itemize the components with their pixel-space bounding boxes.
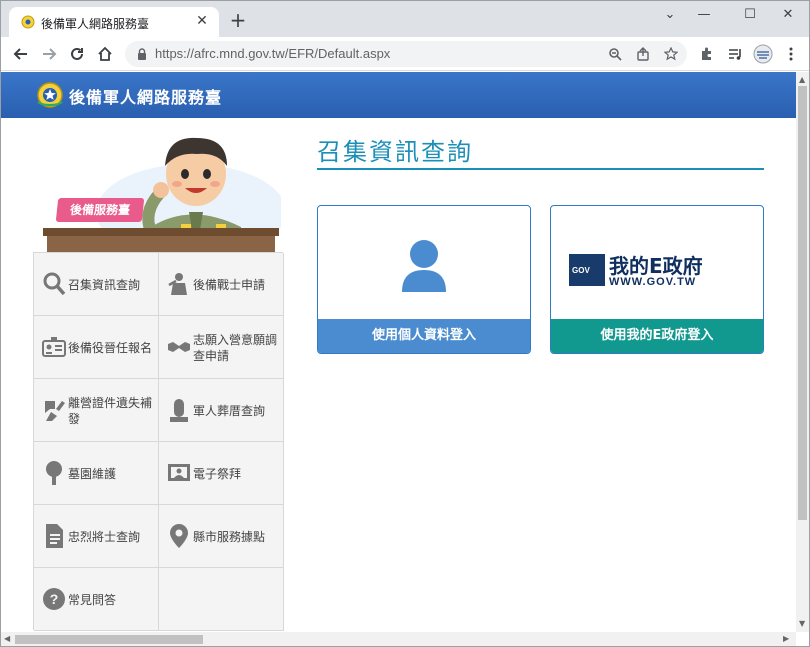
- tomb-icon: [170, 399, 188, 422]
- scroll-right-icon[interactable]: ▶: [783, 633, 789, 645]
- egov-logo-title: 我的E政府: [609, 254, 703, 278]
- media-control-button[interactable]: [723, 42, 747, 66]
- tab-bar: 後備軍人網路服務臺 ✕ + ⌄ — ☐ ✕: [1, 1, 809, 37]
- menu-item-label: 忠烈將士查詢: [68, 529, 141, 544]
- menu-item[interactable]: 志願入營意願調查申請: [159, 316, 284, 379]
- extensions-button[interactable]: [695, 42, 719, 66]
- egov-login-button[interactable]: 使用我的E政府登入: [551, 319, 763, 353]
- close-window-button[interactable]: ✕: [773, 5, 803, 25]
- user-icon: [402, 240, 446, 292]
- menu-item-label: [193, 568, 281, 631]
- share-icon[interactable]: [631, 42, 655, 66]
- tree-icon: [46, 461, 62, 485]
- browser-tab[interactable]: 後備軍人網路服務臺 ✕: [9, 7, 219, 37]
- back-button[interactable]: [9, 42, 33, 66]
- heading-underline: [317, 168, 764, 170]
- reload-button[interactable]: [65, 42, 89, 66]
- back-arrow-icon: [13, 48, 27, 60]
- vertical-scroll-thumb[interactable]: [798, 86, 807, 520]
- vertical-scrollbar[interactable]: ▲ ▼: [796, 72, 809, 632]
- horizontal-scrollbar[interactable]: ◀ ▶: [1, 632, 796, 646]
- menu-item-label: 軍人葬厝查詢: [193, 403, 266, 418]
- zoom-icon[interactable]: [603, 42, 627, 66]
- menu-item-label: 墓園維護: [68, 466, 117, 481]
- web-page: 後備軍人網路服務臺 後備服務臺 召集資訊查詢 後備戰士申請 後備役晉任報名 志願…: [1, 72, 796, 632]
- more-vertical-icon: [789, 47, 793, 61]
- menu-item[interactable]: 離營證件遺失補發: [34, 379, 159, 442]
- maximize-button[interactable]: ☐: [735, 5, 765, 25]
- desk-illustration: [43, 228, 279, 252]
- menu-item[interactable]: 縣市服務據點: [159, 505, 284, 568]
- site-header: 後備軍人網路服務臺: [1, 72, 796, 118]
- site-favicon-icon: [21, 15, 35, 29]
- home-button[interactable]: [93, 42, 117, 66]
- gov-badge-icon: GOV: [569, 254, 605, 286]
- egov-login-card[interactable]: GOV 我的E政府 WWW.GOV.TW 使用我的E政府登入: [550, 205, 764, 354]
- home-icon: [98, 46, 112, 61]
- search-icon: [43, 272, 66, 296]
- menu-item-label: 常見問答: [68, 592, 117, 607]
- forward-arrow-icon: [43, 48, 57, 60]
- tab-close-icon[interactable]: ✕: [193, 12, 211, 30]
- minimize-button[interactable]: —: [689, 5, 719, 25]
- svg-text:?: ?: [50, 591, 59, 607]
- avatar-icon: [753, 44, 773, 64]
- menu-item-label: 召集資訊查詢: [68, 277, 141, 292]
- menu-item-empty: [159, 568, 284, 631]
- id-card-icon: [42, 337, 66, 357]
- lock-icon: [138, 48, 146, 60]
- profile-avatar[interactable]: [751, 42, 775, 66]
- menu-item-label: 志願入營意願調查申請: [193, 332, 278, 363]
- portrait-icon: [168, 464, 190, 481]
- menu-item[interactable]: 墓園維護: [34, 442, 159, 505]
- personal-login-button[interactable]: 使用個人資料登入: [318, 319, 530, 353]
- personal-login-card[interactable]: 使用個人資料登入: [317, 205, 531, 354]
- location-pin-icon: [170, 524, 188, 548]
- menu-item-label: 縣市服務據點: [193, 529, 266, 544]
- browser-toolbar: https://afrc.mnd.gov.tw/EFR/Default.aspx: [1, 37, 809, 71]
- browser-window: 後備軍人網路服務臺 ✕ + ⌄ — ☐ ✕ https://afrc.mnd.g…: [0, 0, 810, 647]
- mascot-sign-label: 後備服務臺: [55, 198, 145, 222]
- forward-button[interactable]: [37, 42, 61, 66]
- document-icon: [46, 524, 63, 548]
- my-egov-logo: GOV 我的E政府 WWW.GOV.TW: [569, 254, 741, 290]
- browser-menu-button[interactable]: [779, 42, 803, 66]
- bookmark-star-icon[interactable]: [659, 42, 683, 66]
- military-emblem-icon[interactable]: [35, 80, 65, 110]
- menu-item[interactable]: 電子祭拜: [159, 442, 284, 505]
- horizontal-scroll-thumb[interactable]: [15, 635, 203, 644]
- menu-item-label: 後備戰士申請: [193, 277, 266, 292]
- page-heading: 召集資訊查詢: [317, 138, 473, 166]
- address-bar[interactable]: https://afrc.mnd.gov.tw/EFR/Default.aspx: [125, 41, 687, 67]
- menu-item[interactable]: 軍人葬厝查詢: [159, 379, 284, 442]
- gov-badge-text: GOV: [572, 266, 590, 275]
- scroll-up-icon[interactable]: ▲: [799, 74, 805, 86]
- menu-item[interactable]: 後備戰士申請: [159, 253, 284, 316]
- new-tab-button[interactable]: +: [227, 10, 249, 32]
- tab-title: 後備軍人網路服務臺: [41, 17, 150, 31]
- playlist-icon: [729, 49, 741, 60]
- puzzle-icon: [702, 47, 711, 60]
- soldier-icon: [168, 273, 187, 295]
- egov-logo-url: WWW.GOV.TW: [609, 276, 697, 288]
- menu-item[interactable]: 後備役晉任報名: [34, 316, 159, 379]
- menu-item[interactable]: 忠烈將士查詢: [34, 505, 159, 568]
- service-menu: 召集資訊查詢 後備戰士申請後備役晉任報名 志願入營意願調查申請離營證件遺失補發 軍人葬…: [33, 252, 284, 631]
- reload-icon: [71, 47, 83, 60]
- lost-document-icon: [45, 401, 65, 421]
- site-title[interactable]: 後備軍人網路服務臺: [69, 84, 222, 108]
- tab-search-button[interactable]: ⌄: [655, 5, 685, 25]
- url-text: https://afrc.mnd.gov.tw/EFR/Default.aspx: [155, 46, 391, 61]
- menu-item-label: 電子祭拜: [193, 466, 242, 481]
- scroll-down-icon[interactable]: ▼: [799, 618, 805, 630]
- handshake-icon: [168, 342, 190, 352]
- scroll-left-icon[interactable]: ◀: [4, 633, 10, 645]
- menu-item[interactable]: ? 常見問答: [34, 568, 159, 631]
- question-icon: ?: [43, 588, 65, 610]
- menu-item[interactable]: 召集資訊查詢: [34, 253, 159, 316]
- menu-item-label: 後備役晉任報名: [68, 340, 153, 355]
- menu-item-label: 離營證件遺失補發: [68, 395, 153, 426]
